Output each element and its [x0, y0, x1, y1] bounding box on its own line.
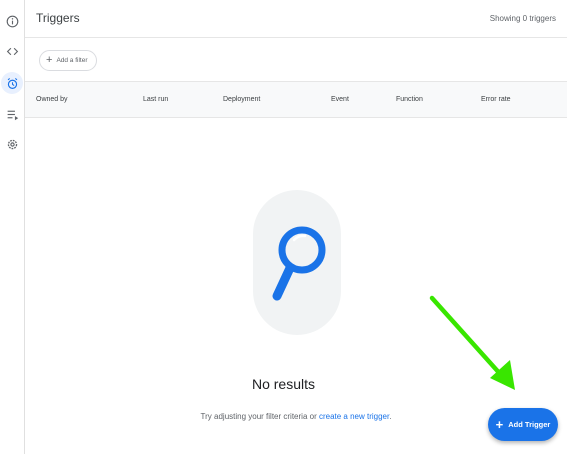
page-header: Triggers Showing 0 triggers: [25, 0, 567, 38]
triggers-page: Triggers Showing 0 triggers + Add a filt…: [0, 0, 567, 454]
add-trigger-button[interactable]: + Add Trigger: [488, 408, 558, 441]
annotation-arrow: [429, 295, 515, 390]
code-icon: [6, 47, 18, 55]
table-header: Owned by Last run Deployment Event Funct…: [25, 82, 567, 118]
trigger-count: Showing 0 triggers: [489, 14, 556, 23]
plus-icon: +: [495, 417, 504, 432]
column-error-rate[interactable]: Error rate: [481, 96, 511, 103]
hint-text: Try adjusting your filter criteria or: [200, 412, 319, 421]
page-title: Triggers: [36, 11, 80, 25]
executions-nav-button[interactable]: [1, 103, 23, 125]
info-icon: [6, 15, 18, 27]
empty-state-illustration: [253, 190, 341, 335]
add-trigger-label: Add Trigger: [508, 420, 551, 429]
editor-nav-button[interactable]: [1, 40, 23, 62]
column-last-run[interactable]: Last run: [143, 96, 168, 103]
executions-list-icon: [7, 110, 18, 120]
create-trigger-link[interactable]: create a new trigger: [319, 412, 389, 421]
hint-suffix: .: [389, 412, 392, 421]
overview-nav-button[interactable]: [1, 10, 23, 32]
column-owned-by[interactable]: Owned by: [36, 96, 68, 103]
alarm-clock-icon: [7, 77, 17, 89]
empty-state-hint: Try adjusting your filter criteria or cr…: [0, 412, 567, 421]
triggers-nav-button[interactable]: [1, 72, 23, 94]
settings-nav-button[interactable]: [1, 133, 23, 155]
add-filter-button[interactable]: + Add a filter: [39, 50, 97, 71]
column-event[interactable]: Event: [331, 96, 349, 103]
settings-icon: [7, 139, 17, 149]
column-deployment[interactable]: Deployment: [223, 96, 260, 103]
magnifier-icon: [272, 226, 326, 301]
column-function[interactable]: Function: [396, 96, 423, 103]
filter-bar: + Add a filter: [25, 38, 567, 82]
add-filter-label: Add a filter: [56, 57, 88, 64]
plus-icon: +: [46, 54, 53, 66]
